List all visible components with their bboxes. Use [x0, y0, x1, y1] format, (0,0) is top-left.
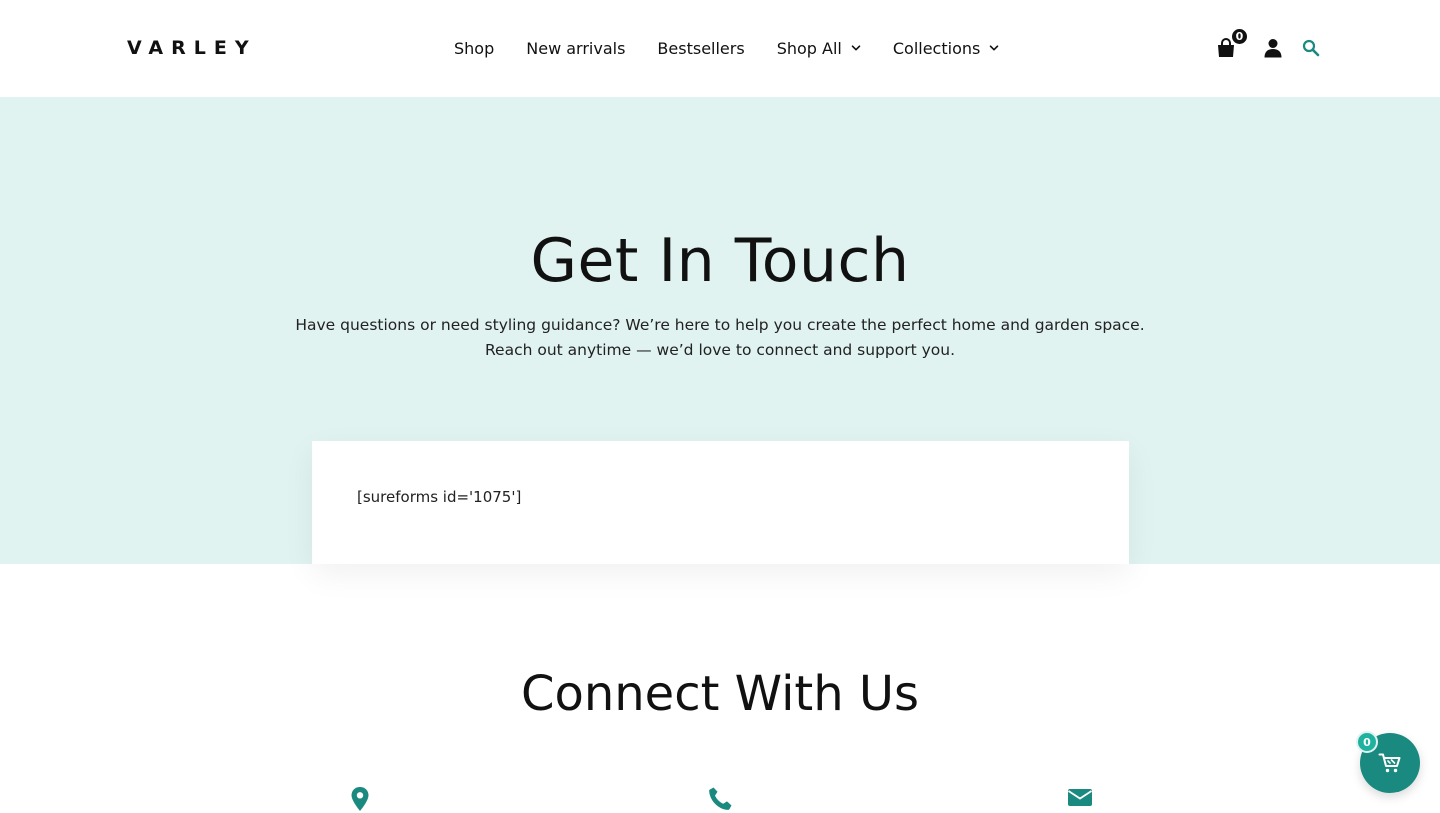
nav-item-shop[interactable]: Shop [438, 39, 510, 58]
nav-item-label: Collections [892, 38, 981, 58]
envelope-icon [1068, 789, 1092, 806]
cart-icon [1378, 753, 1401, 773]
nav-item-label: Bestsellers [657, 38, 745, 58]
email-link[interactable] [1066, 786, 1094, 812]
chevron-down-icon [851, 45, 861, 51]
nav-item-new-arrivals[interactable]: New arrivals [510, 39, 641, 58]
page-title: Get In Touch [530, 226, 910, 296]
floating-cart-count-badge: 0 [1356, 731, 1378, 753]
form-shortcode: [sureforms id='1075'] [357, 488, 522, 506]
connect-title: Connect With Us [520, 666, 920, 722]
logo-text: VARLEY [127, 37, 257, 59]
cart-count-badge: 0 [1230, 27, 1249, 46]
nav-item-label: Shop [454, 38, 495, 58]
cart-button[interactable]: 0 [1214, 27, 1249, 60]
site-logo[interactable]: VARLEY [127, 36, 257, 60]
location-link[interactable] [346, 786, 374, 812]
account-button[interactable] [1261, 36, 1285, 60]
chevron-down-icon [990, 45, 999, 51]
hero-description-line-2: Reach out anytime — we’d love to connect… [484, 341, 956, 359]
main-nav: Shop New arrivals Bestsellers Shop All C… [438, 36, 1015, 60]
contact-form-card: [sureforms id='1075'] [312, 441, 1129, 564]
user-icon [1264, 39, 1282, 58]
phone-icon [709, 787, 732, 810]
nav-item-bestsellers[interactable]: Bestsellers [641, 39, 760, 58]
map-pin-icon [351, 787, 369, 811]
phone-link[interactable] [706, 786, 734, 812]
site-header: VARLEY Shop New arrivals Bestsellers Sho… [0, 0, 1440, 97]
nav-item-label: Shop All [776, 38, 842, 58]
search-icon [1302, 39, 1320, 57]
nav-item-collections[interactable]: Collections [877, 39, 1015, 58]
header-actions: 0 [1214, 27, 1323, 66]
nav-item-label: New arrivals [526, 38, 626, 58]
nav-item-shop-all[interactable]: Shop All [761, 39, 877, 58]
search-button[interactable] [1299, 36, 1323, 60]
hero-description-line-1: Have questions or need styling guidance?… [295, 316, 1145, 334]
